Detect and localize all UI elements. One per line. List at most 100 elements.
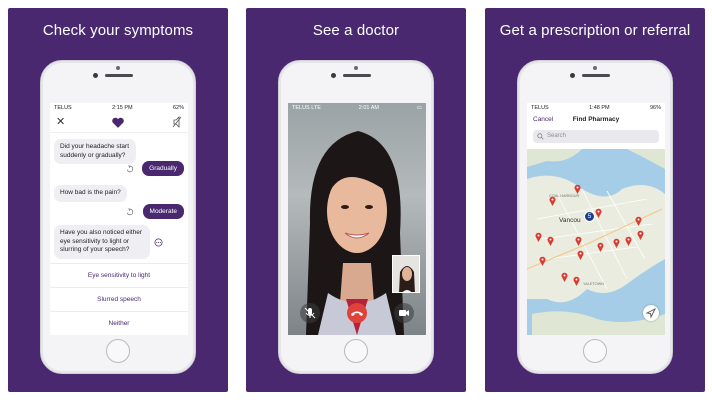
carrier-label: TELUS LTE [292, 105, 321, 111]
doctor-video [306, 131, 404, 335]
undo-icon[interactable] [126, 165, 134, 173]
pharmacy-pin[interactable] [535, 229, 542, 242]
mute-icon[interactable] [172, 116, 182, 128]
map-pin-icon [575, 236, 582, 246]
map-pin-icon [597, 242, 604, 252]
map-pin-icon [535, 232, 542, 242]
network-type: LTE [311, 105, 321, 111]
bot-message: Have you also noticed either eye sensiti… [54, 225, 150, 259]
status-bar: TELUS 2:15 PM 62% [50, 103, 188, 113]
map-label-city: Vancou [559, 217, 581, 224]
status-bar: TELUS 1:48 PM 96% [527, 103, 665, 113]
undo-icon[interactable] [126, 208, 134, 216]
pharmacy-pin[interactable] [597, 239, 604, 252]
pharmacy-pin[interactable] [637, 227, 644, 240]
phone-camera [93, 73, 98, 78]
chat-header: ✕ [50, 113, 188, 133]
home-button[interactable] [583, 339, 607, 363]
cancel-button[interactable]: Cancel [533, 116, 553, 123]
panel-title: Check your symptoms [42, 22, 194, 39]
self-view-thumbnail[interactable] [392, 255, 420, 293]
phone-sensor [354, 66, 358, 70]
locate-me-button[interactable] [643, 305, 659, 321]
bot-message: How bad is the pain? [54, 185, 127, 202]
pharmacy-pin[interactable] [574, 181, 581, 194]
microphone-icon [304, 307, 316, 319]
battery-label: 96% [649, 105, 661, 111]
pharmacy-pin[interactable] [613, 235, 620, 248]
user-reply: Moderate [142, 204, 184, 219]
pharmacy-pin[interactable] [539, 253, 546, 266]
map-pin-icon [574, 184, 581, 194]
map-pin-icon [635, 216, 642, 226]
search-input[interactable]: Search [533, 130, 659, 143]
panel-check-symptoms: Check your symptoms TELUS 2:15 PM 62% ✕ … [8, 8, 228, 392]
option-neither[interactable]: Neither [50, 311, 188, 335]
option-eye-sensitivity[interactable]: Eye sensitivity to light [50, 263, 188, 287]
carrier-label: TELUS [531, 105, 549, 111]
battery-icon: ▭ [416, 105, 422, 111]
map-pin-icon [539, 256, 546, 266]
pharmacy-pin[interactable] [595, 205, 602, 218]
location-arrow-icon [645, 307, 657, 319]
video-camera-icon [399, 310, 409, 316]
phone-mockup: TELUS 2:15 PM 62% ✕ Did your headache st… [40, 60, 196, 374]
pharmacy-pin[interactable] [561, 269, 568, 282]
phone-speaker [582, 74, 610, 77]
phone-mockup: TELUS 1:48 PM 96% Cancel Find Pharmacy S… [517, 60, 673, 374]
camera-off-button[interactable] [394, 303, 414, 323]
time-label: 2:01 AM [358, 105, 379, 111]
more-icon[interactable] [154, 238, 163, 247]
phone-sensor [116, 66, 120, 70]
panel-title: See a doctor [312, 22, 400, 39]
panel-title: Get a prescription or referral [499, 22, 691, 39]
end-call-icon [351, 311, 363, 316]
carrier-name: TELUS [292, 105, 310, 111]
video-call-screen: TELUS LTE 2:01 AM ▭ [288, 103, 426, 335]
bot-message: Did your headache start suddenly or grad… [54, 139, 136, 164]
map-pin-icon [573, 276, 580, 286]
carrier-label: TELUS [54, 105, 72, 111]
search-icon [537, 133, 544, 140]
chat-screen: TELUS 2:15 PM 62% ✕ Did your headache st… [50, 103, 188, 335]
pharmacy-pin[interactable] [573, 273, 580, 286]
phone-sensor [593, 66, 597, 70]
user-reply: Gradually [142, 161, 184, 176]
pharmacy-cluster-marker[interactable]: 5 [584, 211, 595, 222]
mute-microphone-button[interactable] [300, 303, 320, 323]
map-label-yaletown: YALETOWN [583, 282, 604, 286]
status-bar: TELUS LTE 2:01 AM ▭ [288, 103, 426, 113]
time-label: 2:15 PM [112, 105, 133, 111]
phone-speaker [105, 74, 133, 77]
home-button[interactable] [344, 339, 368, 363]
battery-label: 62% [172, 105, 184, 111]
phone-camera [570, 73, 575, 78]
map-view[interactable]: COAL HARBOUR YALETOWN Vancou 5 [527, 149, 665, 335]
phone-camera [331, 73, 336, 78]
close-icon[interactable]: ✕ [56, 115, 65, 128]
map-pin-icon [547, 236, 554, 246]
panel-prescription: Get a prescription or referral TELUS 1:4… [485, 8, 705, 392]
map-pin-icon [577, 250, 584, 260]
map-pin-icon [595, 208, 602, 218]
phone-speaker [343, 74, 371, 77]
pharmacy-pin[interactable] [577, 247, 584, 260]
pharmacy-pin[interactable] [575, 233, 582, 246]
option-slurred-speech[interactable]: Slurred speech [50, 287, 188, 311]
map-pin-icon [637, 230, 644, 240]
time-label: 1:48 PM [589, 105, 610, 111]
map-pin-icon [561, 272, 568, 282]
end-call-button[interactable] [347, 303, 367, 323]
pharmacy-pin[interactable] [549, 193, 556, 206]
map-pin-icon [549, 196, 556, 206]
self-view-video [393, 256, 419, 292]
phone-mockup: TELUS LTE 2:01 AM ▭ [278, 60, 434, 374]
map-pin-icon [613, 238, 620, 248]
pharmacy-pin[interactable] [547, 233, 554, 246]
heart-icon [112, 117, 124, 128]
pharmacy-pin[interactable] [635, 213, 642, 226]
panel-see-doctor: See a doctor TELUS LTE 2:01 AM ▭ [246, 8, 466, 392]
pharmacy-pin[interactable] [625, 233, 632, 246]
home-button[interactable] [106, 339, 130, 363]
nav-bar: Cancel Find Pharmacy [527, 113, 665, 127]
